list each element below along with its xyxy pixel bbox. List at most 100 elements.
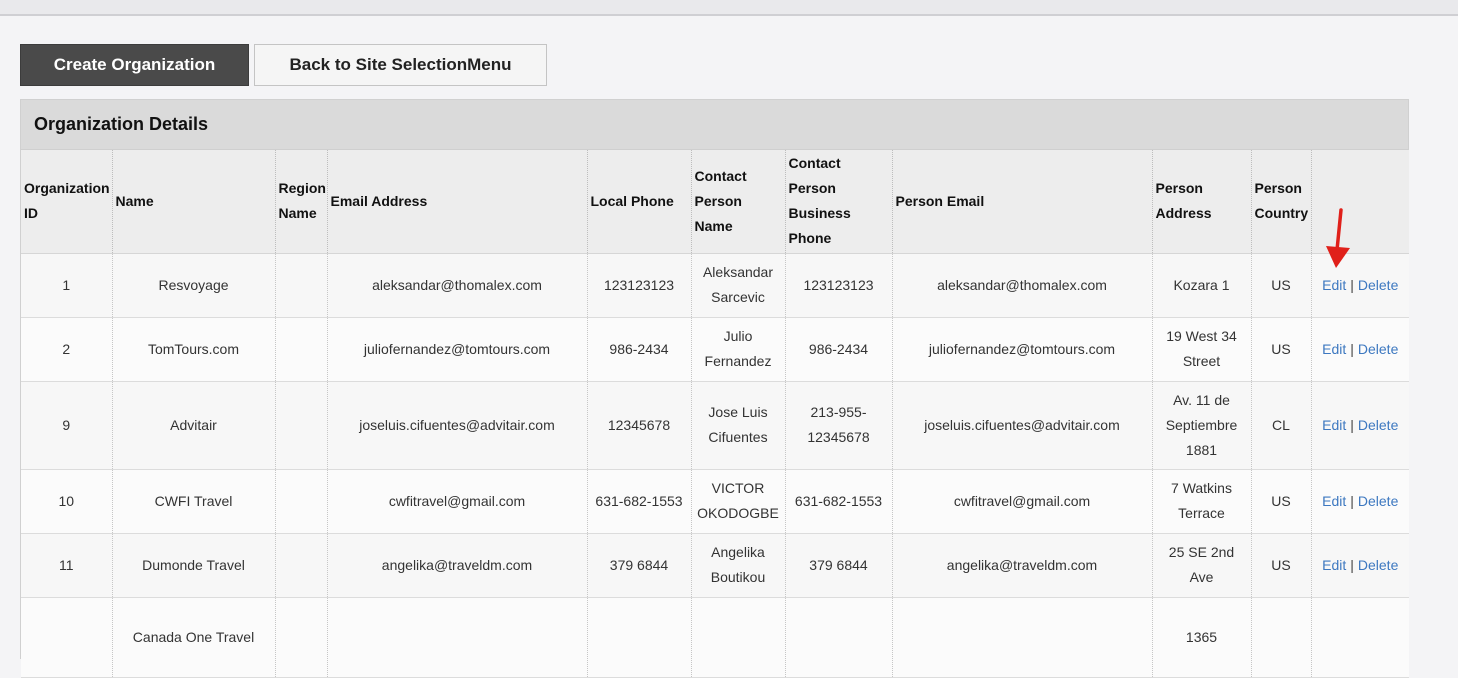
- delete-link[interactable]: Delete: [1358, 341, 1398, 357]
- contact-name-cell: Julio Fernandez: [691, 317, 786, 382]
- person-email-cell: aleksandar@thomalex.com: [892, 253, 1153, 318]
- person-email-cell: angelika@traveldm.com: [892, 533, 1153, 598]
- edit-link[interactable]: Edit: [1322, 493, 1346, 509]
- person-address-cell: 25 SE 2nd Ave: [1152, 533, 1252, 598]
- name-cell: TomTours.com: [112, 317, 276, 382]
- col-contact-person-name-header: Contact Person Name: [691, 150, 786, 254]
- organization-id-cell: 2: [21, 317, 113, 382]
- contact-phone-cell: 986-2434: [785, 317, 893, 382]
- email-cell: [327, 597, 588, 678]
- region-name-cell: [275, 381, 328, 470]
- actions-cell: [1311, 597, 1409, 678]
- table-row: 11 Dumonde Travel angelika@traveldm.com 379…: [21, 533, 1409, 598]
- region-name-cell: [275, 533, 328, 598]
- table-header: Organization ID Name Region Name Email Addr…: [21, 150, 1409, 254]
- name-cell: Advitair: [112, 381, 276, 470]
- name-cell: Resvoyage: [112, 253, 276, 318]
- col-organization-id-header: Organization ID: [21, 150, 113, 254]
- contact-name-cell: Aleksandar Sarcevic: [691, 253, 786, 318]
- back-to-site-selection-button[interactable]: Back to Site SelectionMenu: [254, 44, 547, 86]
- contact-phone-cell: 213-955-12345678: [785, 381, 893, 470]
- person-email-cell: [892, 597, 1153, 678]
- person-address-cell: 7 Watkins Terrace: [1152, 469, 1252, 534]
- local-phone-cell: 379 6844: [587, 533, 692, 598]
- person-country-cell: CL: [1251, 381, 1312, 470]
- action-separator: |: [1350, 492, 1354, 509]
- person-country-cell: US: [1251, 533, 1312, 598]
- delete-link[interactable]: Delete: [1358, 417, 1398, 433]
- person-email-cell: cwfitravel@gmail.com: [892, 469, 1153, 534]
- col-region-name-header: Region Name: [275, 150, 328, 254]
- contact-phone-cell: [785, 597, 893, 678]
- col-local-phone-header: Local Phone: [587, 150, 692, 254]
- contact-name-cell: Jose Luis Cifuentes: [691, 381, 786, 470]
- local-phone-cell: [587, 597, 692, 678]
- region-name-cell: [275, 253, 328, 318]
- col-person-email-header: Person Email: [892, 150, 1153, 254]
- actions-cell: Edit | Delete: [1311, 533, 1409, 598]
- person-country-cell: [1251, 597, 1312, 678]
- email-cell: cwfitravel@gmail.com: [327, 469, 588, 534]
- email-cell: aleksandar@thomalex.com: [327, 253, 588, 318]
- organization-id-cell: 9: [21, 381, 113, 470]
- contact-phone-cell: 123123123: [785, 253, 893, 318]
- delete-link[interactable]: Delete: [1358, 557, 1398, 573]
- organization-details-panel: Organization Details Organization ID Name…: [20, 99, 1409, 678]
- contact-name-cell: Angelika Boutikou: [691, 533, 786, 598]
- table-row: 9 Advitair joseluis.cifuentes@advitair.com…: [21, 381, 1409, 470]
- name-cell: Canada One Travel: [112, 597, 276, 678]
- delete-link[interactable]: Delete: [1358, 277, 1398, 293]
- email-cell: joseluis.cifuentes@advitair.com: [327, 381, 588, 470]
- col-person-country-header: Person Country: [1251, 150, 1312, 254]
- table-row: 2 TomTours.com juliofernandez@tomtours.com…: [21, 317, 1409, 382]
- delete-link[interactable]: Delete: [1358, 493, 1398, 509]
- action-separator: |: [1350, 556, 1354, 573]
- contact-phone-cell: 379 6844: [785, 533, 893, 598]
- local-phone-cell: 123123123: [587, 253, 692, 318]
- actions-cell: Edit | Delete: [1311, 317, 1409, 382]
- edit-link[interactable]: Edit: [1322, 417, 1346, 433]
- col-email-address-header: Email Address: [327, 150, 588, 254]
- person-address-cell: Kozara 1: [1152, 253, 1252, 318]
- contact-phone-cell: 631-682-1553: [785, 469, 893, 534]
- col-name-header: Name: [112, 150, 276, 254]
- edit-link[interactable]: Edit: [1322, 277, 1346, 293]
- person-address-cell: 1365: [1152, 597, 1252, 678]
- local-phone-cell: 631-682-1553: [587, 469, 692, 534]
- col-person-address-header: Person Address: [1152, 150, 1252, 254]
- person-country-cell: US: [1251, 317, 1312, 382]
- organization-id-cell: [21, 597, 113, 678]
- edit-link[interactable]: Edit: [1322, 341, 1346, 357]
- name-cell: Dumonde Travel: [112, 533, 276, 598]
- person-address-cell: 19 West 34 Street: [1152, 317, 1252, 382]
- actions-cell: Edit | Delete: [1311, 469, 1409, 534]
- region-name-cell: [275, 597, 328, 678]
- col-contact-person-business-phone-header: Contact Person Business Phone: [785, 150, 893, 254]
- person-country-cell: US: [1251, 253, 1312, 318]
- organization-id-cell: 10: [21, 469, 113, 534]
- organization-id-cell: 1: [21, 253, 113, 318]
- table-row: 1 Resvoyage aleksandar@thomalex.com 1231231…: [21, 253, 1409, 318]
- region-name-cell: [275, 469, 328, 534]
- email-cell: angelika@traveldm.com: [327, 533, 588, 598]
- table-body: 1 Resvoyage aleksandar@thomalex.com 1231231…: [21, 253, 1409, 678]
- email-cell: juliofernandez@tomtours.com: [327, 317, 588, 382]
- red-arrow-annotation: [1326, 208, 1350, 268]
- person-country-cell: US: [1251, 469, 1312, 534]
- create-organization-button[interactable]: Create Organization: [20, 44, 249, 86]
- action-separator: |: [1350, 416, 1354, 433]
- contact-name-cell: VICTOR OKODOGBE: [691, 469, 786, 534]
- organization-id-cell: 11: [21, 533, 113, 598]
- table-row: 10 CWFI Travel cwfitravel@gmail.com 631-682…: [21, 469, 1409, 534]
- person-email-cell: joseluis.cifuentes@advitair.com: [892, 381, 1153, 470]
- organizations-table: Organization ID Name Region Name Email Addr…: [21, 150, 1409, 678]
- panel-title: Organization Details: [21, 100, 1408, 150]
- edit-link[interactable]: Edit: [1322, 557, 1346, 573]
- action-separator: |: [1350, 276, 1354, 293]
- actions-cell: Edit | Delete: [1311, 381, 1409, 470]
- table-row: Canada One Travel 1365: [21, 597, 1409, 678]
- region-name-cell: [275, 317, 328, 382]
- local-phone-cell: 12345678: [587, 381, 692, 470]
- contact-name-cell: [691, 597, 786, 678]
- local-phone-cell: 986-2434: [587, 317, 692, 382]
